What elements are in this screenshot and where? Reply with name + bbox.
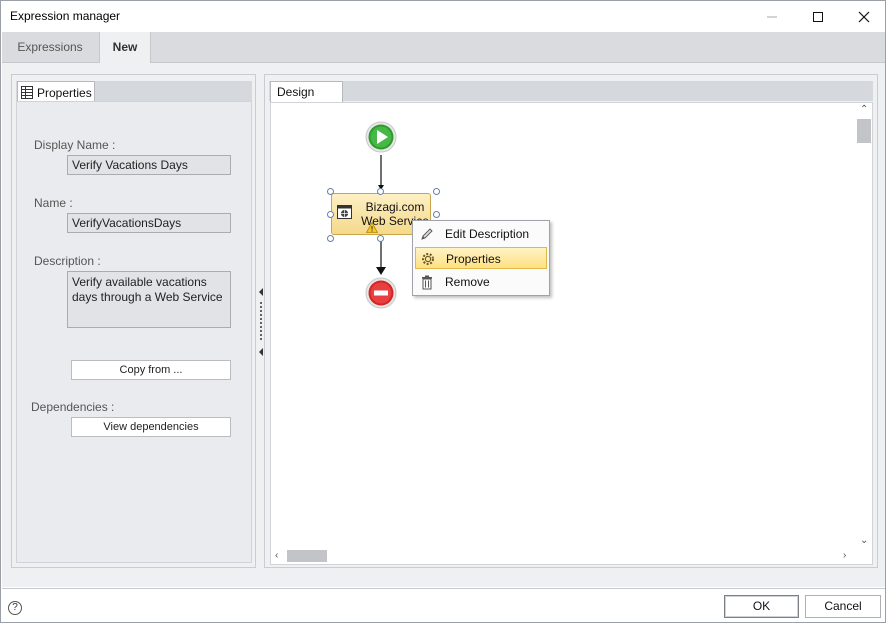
menu-item-remove[interactable]: Remove xyxy=(415,271,547,293)
trash-icon xyxy=(422,275,432,290)
window-title: Expression manager xyxy=(10,9,121,23)
dependencies-label: Dependencies : xyxy=(31,400,115,414)
display-name-field[interactable]: Verify Vacations Days xyxy=(67,155,231,175)
properties-panel: Properties Display Name : Verify Vacatio… xyxy=(11,74,256,568)
gear-icon xyxy=(422,253,434,265)
start-event-icon xyxy=(365,121,397,153)
menu-item-label: Properties xyxy=(446,252,501,266)
description-label: Description : xyxy=(34,254,101,268)
tab-expressions[interactable]: Expressions xyxy=(2,32,98,63)
properties-form: Display Name : Verify Vacations Days Nam… xyxy=(16,101,252,563)
end-event[interactable] xyxy=(365,277,397,309)
properties-tab[interactable]: Properties xyxy=(17,81,95,103)
design-view-panel: Design View xyxy=(264,74,878,568)
end-event-icon xyxy=(365,277,397,309)
view-dependencies-button[interactable]: View dependencies xyxy=(71,417,231,437)
scroll-up-icon[interactable]: ⌃ xyxy=(860,105,868,115)
scroll-right-icon[interactable]: › xyxy=(843,551,846,561)
scroll-down-icon[interactable]: ⌄ xyxy=(860,536,868,546)
properties-grid-icon xyxy=(21,86,33,99)
content-area: Properties Display Name : Verify Vacatio… xyxy=(2,63,885,587)
selection-handle[interactable] xyxy=(327,188,334,195)
selection-handle[interactable] xyxy=(377,235,384,242)
maximize-button[interactable] xyxy=(795,1,841,32)
menu-item-properties[interactable]: Properties xyxy=(415,247,547,269)
menu-item-label: Remove xyxy=(445,275,490,289)
menu-item-edit-description[interactable]: Edit Description xyxy=(415,223,547,245)
display-name-label: Display Name : xyxy=(34,138,116,152)
selection-handle[interactable] xyxy=(377,188,384,195)
name-label: Name : xyxy=(34,196,73,210)
minimize-button[interactable] xyxy=(749,1,795,32)
vertical-scrollbar[interactable]: ⌃ ⌄ xyxy=(856,103,872,548)
horizontal-scroll-thumb[interactable] xyxy=(287,550,327,562)
design-view-header: Design View xyxy=(269,81,873,120)
selection-handle[interactable] xyxy=(327,235,334,242)
description-field[interactable]: Verify available vacations days through … xyxy=(67,271,231,328)
web-service-icon xyxy=(337,205,352,219)
menu-item-label: Edit Description xyxy=(445,227,530,241)
copy-from-button[interactable]: Copy from ... xyxy=(71,360,231,380)
pencil-icon xyxy=(421,228,433,240)
ok-button[interactable]: OK xyxy=(724,595,799,618)
selection-handle[interactable] xyxy=(327,211,334,218)
properties-panel-header: Properties xyxy=(16,81,252,103)
selection-handle[interactable] xyxy=(433,211,440,218)
dialog-footer: ? OK Cancel xyxy=(2,588,885,622)
selection-handle[interactable] xyxy=(433,188,440,195)
tab-new[interactable]: New xyxy=(99,32,151,64)
scroll-left-icon[interactable]: ‹ xyxy=(275,551,278,561)
warning-icon xyxy=(366,222,378,233)
design-canvas[interactable]: Bizagi.com Web Service ⌃ ⌄ ‹ › xyxy=(270,102,873,565)
properties-tab-label: Properties xyxy=(37,85,92,100)
help-icon[interactable]: ? xyxy=(8,601,22,615)
expression-manager-window: Expression manager Expressions New Prope… xyxy=(0,0,886,623)
horizontal-scrollbar[interactable]: ‹ › xyxy=(271,548,856,564)
maximize-icon xyxy=(813,11,823,22)
main-tabs: Expressions New xyxy=(2,32,885,64)
title-bar: Expression manager xyxy=(1,1,885,32)
flow-connectors xyxy=(376,155,386,275)
start-event[interactable] xyxy=(365,121,397,153)
vertical-scroll-thumb[interactable] xyxy=(857,119,871,143)
minimize-icon xyxy=(767,16,777,17)
context-menu: Edit Description Properties Remove xyxy=(412,220,550,296)
close-button[interactable] xyxy=(841,1,886,32)
name-field[interactable]: VerifyVacationsDays xyxy=(67,213,231,233)
cancel-button[interactable]: Cancel xyxy=(805,595,881,618)
close-icon xyxy=(858,11,870,22)
design-view-tab[interactable]: Design View xyxy=(270,81,343,120)
